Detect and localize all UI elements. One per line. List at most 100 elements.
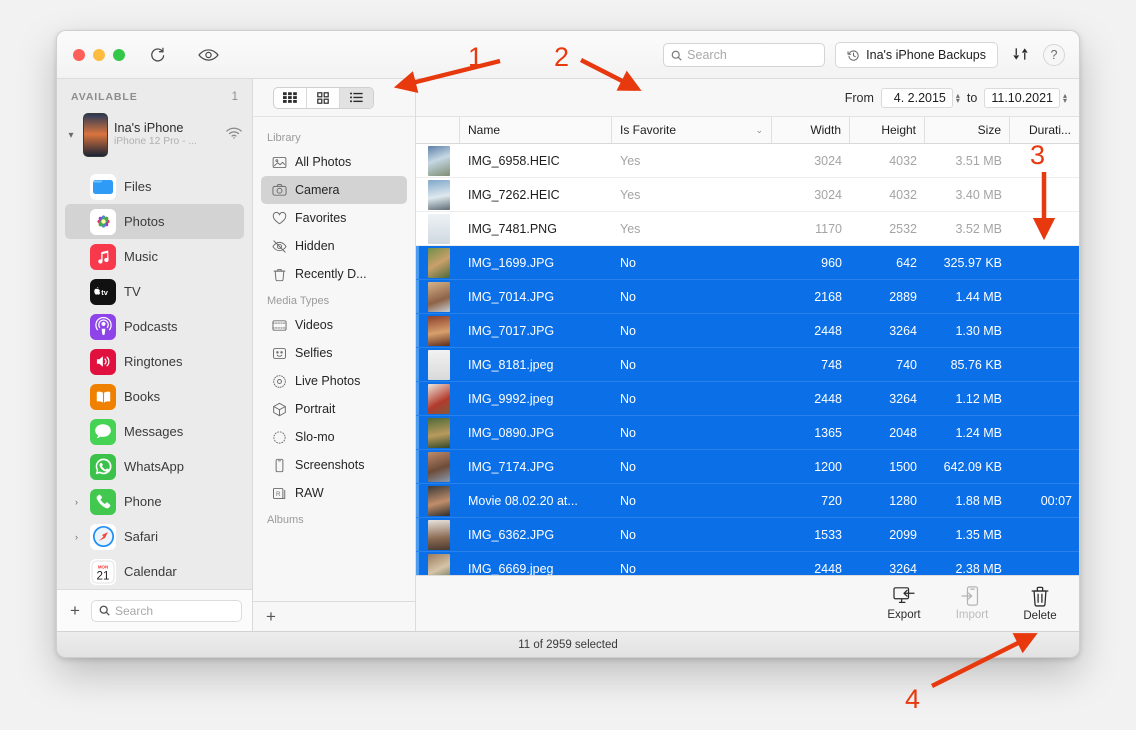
library-item-all-photos[interactable]: All Photos	[261, 148, 407, 176]
table-row[interactable]: IMG_8181.jpeg No 748 740 85.76 KB	[416, 348, 1079, 382]
date-to-group[interactable]: 11.10.2021 ▴ ▾	[984, 87, 1067, 108]
table-row[interactable]: IMG_9992.jpeg No 2448 3264 1.12 MB	[416, 382, 1079, 416]
add-album-button[interactable]: +	[263, 607, 279, 627]
view-mode-grid-dense-button[interactable]	[274, 87, 307, 108]
sidebar-item-photos[interactable]: Photos	[65, 204, 244, 239]
table-row[interactable]: IMG_1699.JPG No 960 642 325.97 KB	[416, 246, 1079, 280]
help-button[interactable]: ?	[1043, 44, 1065, 66]
height-column-header[interactable]: Height	[850, 117, 925, 143]
library-item-hidden[interactable]: Hidden	[261, 232, 407, 260]
device-thumbnail	[83, 113, 108, 157]
thumbnail-image	[428, 145, 450, 176]
library-item-live-photos[interactable]: Live Photos	[261, 367, 407, 395]
sidebar-item-books[interactable]: Books	[65, 379, 244, 414]
table-row[interactable]: IMG_0890.JPG No 1365 2048 1.24 MB	[416, 416, 1079, 450]
cell-name: Movie 08.02.20 at...	[468, 493, 578, 508]
cell-size: 1.24 MB	[955, 425, 1002, 440]
chevron-right-icon[interactable]: ›	[71, 532, 82, 542]
table-row[interactable]: IMG_6669.jpeg No 2448 3264 2.38 MB	[416, 552, 1079, 575]
export-button[interactable]: Export	[881, 586, 927, 621]
svg-text:tv: tv	[101, 287, 108, 296]
search-input[interactable]: Search	[663, 43, 826, 67]
library-item-favorites[interactable]: Favorites	[261, 204, 407, 232]
cell-name: IMG_7174.JPG	[468, 459, 555, 474]
table-row[interactable]: IMG_7174.JPG No 1200 1500 642.09 KB	[416, 450, 1079, 484]
is-favorite-column-header[interactable]: Is Favorite ⌄	[612, 117, 772, 143]
library-item-label: Favorites	[295, 211, 347, 225]
chevron-down-icon[interactable]: ▾	[65, 130, 77, 141]
search-icon	[99, 605, 110, 616]
cell-favorite: No	[620, 527, 636, 542]
cell-size: 1.12 MB	[955, 391, 1002, 406]
sidebar-item-ringtones[interactable]: Ringtones	[65, 344, 244, 379]
photos-icon	[90, 208, 116, 235]
sidebar-item-calendar[interactable]: MON 21 Calendar	[65, 554, 244, 589]
table-row[interactable]: IMG_7017.JPG No 2448 3264 1.30 MB	[416, 314, 1079, 348]
delete-button[interactable]: Delete	[1017, 586, 1063, 622]
date-from-stepper[interactable]: ▴ ▾	[956, 91, 960, 104]
library-item-recently-d-[interactable]: Recently D...	[261, 260, 407, 288]
name-column-header[interactable]: Name	[460, 117, 612, 143]
film-icon	[271, 317, 287, 333]
chevron-down-icon[interactable]: ⌄	[755, 125, 763, 136]
add-button[interactable]: +	[67, 601, 83, 621]
cell-height: 1500	[889, 459, 917, 474]
table-row[interactable]: Movie 08.02.20 at... No 720 1280 1.88 MB 00:0…	[416, 484, 1079, 518]
cell-height: 2048	[889, 425, 917, 440]
table-row[interactable]: IMG_7014.JPG No 2168 2889 1.44 MB	[416, 280, 1079, 314]
date-to-field[interactable]: 11.10.2021	[984, 87, 1060, 108]
column-header-label: Durati...	[1028, 123, 1071, 137]
cell-size: 1.35 MB	[955, 527, 1002, 542]
sidebar-item-safari[interactable]: › Safari	[65, 519, 244, 554]
device-row[interactable]: ▾ Ina's iPhone iPhone 12 Pro - ...	[57, 109, 252, 167]
library-item-screenshots[interactable]: Screenshots	[261, 451, 407, 479]
sidebar-item-music[interactable]: Music	[65, 239, 244, 274]
library-item-raw[interactable]: R RAW	[261, 479, 407, 507]
library-item-selfies[interactable]: Selfies	[261, 339, 407, 367]
library-item-videos[interactable]: Videos	[261, 311, 407, 339]
sidebar-item-whatsapp[interactable]: WhatsApp	[65, 449, 244, 484]
table-row[interactable]: IMG_6958.HEICYes302440323.51 MBH	[416, 144, 1079, 178]
width-column-header[interactable]: Width	[772, 117, 850, 143]
sidebar-item-tv[interactable]: tv TV	[65, 274, 244, 309]
sidebar-item-label: Calendar	[124, 564, 177, 579]
table-row[interactable]: IMG_7262.HEICYes302440323.40 MBH	[416, 178, 1079, 212]
import-icon	[961, 586, 979, 606]
sidebar-item-messages[interactable]: Messages	[65, 414, 244, 449]
thumbnail-column-header[interactable]	[416, 117, 460, 143]
view-mode-list-button[interactable]	[340, 87, 373, 108]
maximize-button[interactable]	[113, 48, 125, 61]
cell-size: 642.09 KB	[943, 459, 1002, 474]
date-to-stepper[interactable]: ▴ ▾	[1063, 91, 1067, 104]
size-column-header[interactable]: Size	[925, 117, 1010, 143]
chevron-right-icon[interactable]: ›	[71, 497, 82, 507]
library-item-portrait[interactable]: Portrait	[261, 395, 407, 423]
sidebar-item-phone[interactable]: › Phone	[65, 484, 244, 519]
view-mode-grid-large-button[interactable]	[307, 87, 340, 108]
calendar-icon: MON 21	[90, 558, 116, 585]
backups-button[interactable]: Ina's iPhone Backups	[835, 42, 998, 68]
sidebar-item-label: WhatsApp	[124, 459, 184, 474]
sidebar-search-input[interactable]: Search	[91, 599, 242, 622]
minimize-button[interactable]	[93, 48, 105, 61]
refresh-icon[interactable]	[149, 46, 166, 63]
sidebar-item-podcasts[interactable]: Podcasts	[65, 309, 244, 344]
close-button[interactable]	[73, 48, 85, 61]
library-item-slo-mo[interactable]: Slo-mo	[261, 423, 407, 451]
annotation-label-3: 3	[1030, 140, 1046, 170]
sidebar-item-files[interactable]: Files	[65, 169, 244, 204]
messages-icon	[90, 418, 116, 445]
eye-icon[interactable]	[198, 48, 219, 62]
table-row[interactable]: IMG_7481.PNG Yes 1170 2532 3.52 MB	[416, 212, 1079, 246]
cell-name: IMG_6669.jpeg	[468, 561, 554, 576]
cell-favorite: Yes	[620, 187, 641, 202]
library-item-camera[interactable]: Camera	[261, 176, 407, 204]
cell-height: 2099	[889, 527, 917, 542]
cell-width: 1365	[814, 425, 842, 440]
date-from-field[interactable]: 4. 2.2015	[880, 87, 953, 108]
safari-icon	[90, 523, 116, 550]
table-row[interactable]: IMG_6362.JPG No 1533 2099 1.35 MB	[416, 518, 1079, 552]
sort-updown-icon[interactable]	[1008, 47, 1033, 64]
view-mode-segmented-control[interactable]	[273, 86, 374, 109]
date-from-group[interactable]: 4. 2.2015 ▴ ▾	[880, 87, 960, 108]
